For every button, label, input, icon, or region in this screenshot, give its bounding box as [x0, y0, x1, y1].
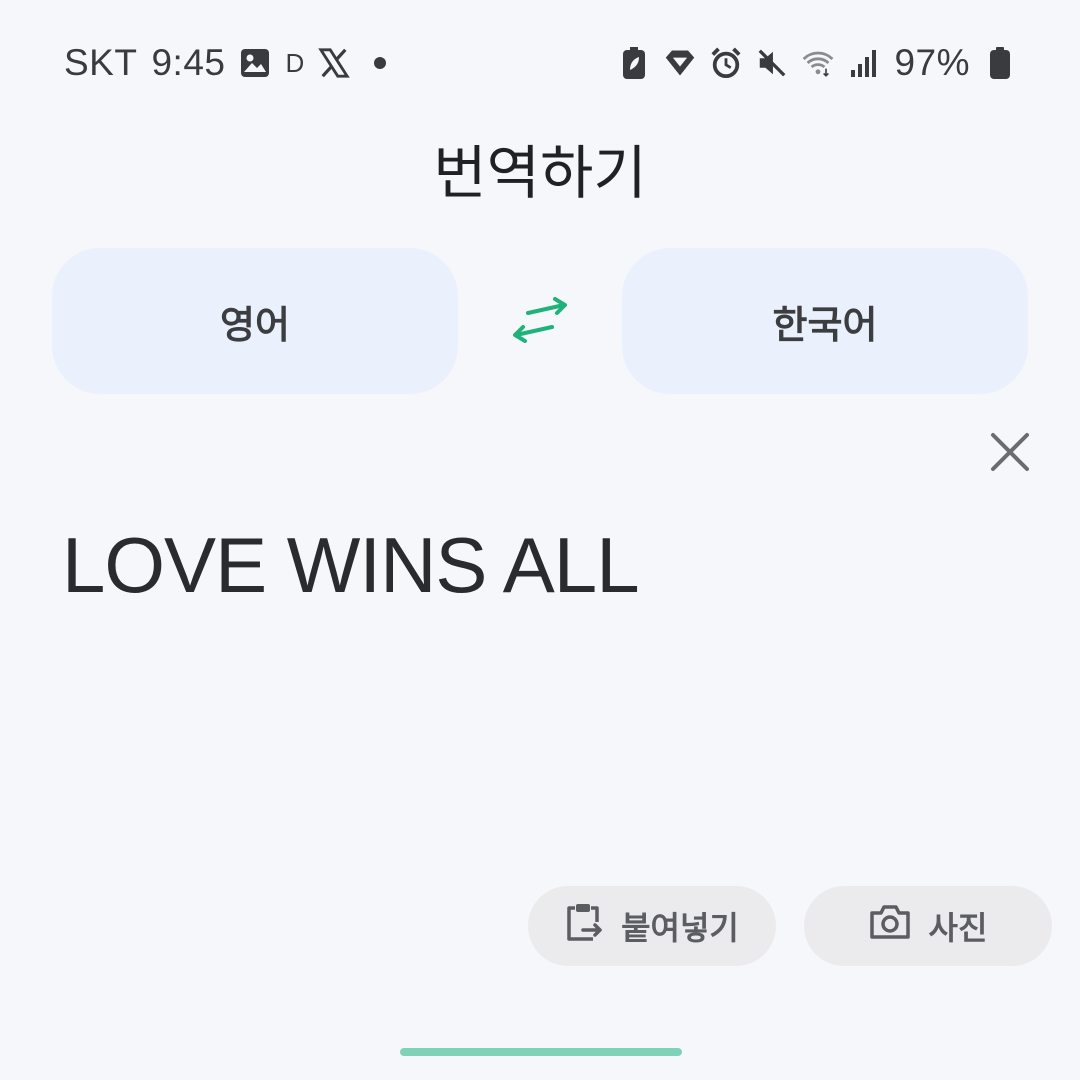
- status-right: 97%: [618, 40, 1016, 86]
- dot-icon: [364, 45, 396, 81]
- image-icon: [239, 45, 271, 81]
- signal-icon: [848, 45, 880, 81]
- source-language-label: 영어: [220, 302, 290, 347]
- paste-label: 붙여넣기: [621, 909, 739, 947]
- target-language-button[interactable]: 한국어: [622, 248, 1028, 394]
- swap-languages-button[interactable]: [502, 290, 578, 354]
- x-app-icon: [318, 45, 351, 81]
- mute-icon: [756, 45, 788, 81]
- page-title: 번역하기: [433, 139, 647, 207]
- alarm-icon: [710, 45, 742, 81]
- paste-button[interactable]: 붙여넣기: [528, 886, 776, 966]
- notification-letter: D: [285, 47, 305, 78]
- clear-input-button[interactable]: [982, 426, 1038, 482]
- photo-label: 사진: [928, 909, 988, 947]
- close-icon: [990, 432, 1030, 476]
- swap-arrows-icon: [510, 297, 570, 347]
- battery-icon: [984, 45, 1016, 81]
- diamond-icon: [664, 45, 696, 81]
- battery-saver-icon: [618, 45, 650, 81]
- clock: 9:45: [151, 42, 226, 83]
- status-bar: SKT 9:45 D 97%: [0, 0, 1080, 126]
- source-language-button[interactable]: 영어: [52, 248, 458, 394]
- home-indicator[interactable]: [400, 1048, 682, 1056]
- source-text-input[interactable]: LOVE WINS ALL: [62, 520, 1002, 611]
- camera-icon: [869, 904, 911, 948]
- target-language-label: 한국어: [772, 302, 878, 347]
- carrier-label: SKT: [64, 42, 138, 83]
- clipboard-icon: [565, 902, 603, 950]
- status-left: SKT 9:45 D: [64, 40, 396, 86]
- photo-button[interactable]: 사진: [804, 886, 1052, 966]
- battery-percent: 97%: [894, 42, 970, 83]
- wifi-icon: [802, 45, 834, 81]
